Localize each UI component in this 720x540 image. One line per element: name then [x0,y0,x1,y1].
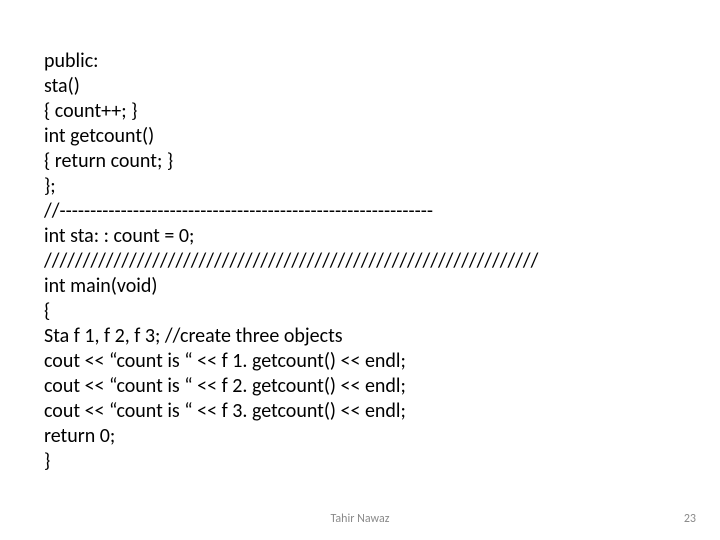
code-line: { count++; } [44,99,137,123]
code-line: { [44,299,50,323]
code-line: { return count; } [44,149,173,173]
code-line: int sta: : count = 0; [44,224,194,248]
code-block: public: sta() { count++; } int getcount(… [44,24,676,499]
code-line: cout << “count is “ << f 1. getcount() <… [44,349,406,373]
code-line: int getcount() [44,124,154,148]
code-line: sta() [44,74,80,98]
code-line: ////////////////////////////////////////… [44,249,538,273]
code-line: cout << “count is “ << f 2. getcount() <… [44,374,406,398]
footer-page-number: 23 [684,512,696,526]
footer-author: Tahir Nawaz [0,512,720,526]
code-line: return 0; [44,424,115,448]
code-line: int main(void) [44,274,157,298]
slide: public: sta() { count++; } int getcount(… [0,0,720,540]
code-line: cout << “count is “ << f 3. getcount() <… [44,399,406,423]
code-line: } [44,449,50,473]
code-line: Sta f 1, f 2, f 3; //create three object… [44,324,343,348]
code-line: }; [44,174,56,198]
code-line: public: [44,49,99,73]
code-line: //--------------------------------------… [44,199,433,223]
